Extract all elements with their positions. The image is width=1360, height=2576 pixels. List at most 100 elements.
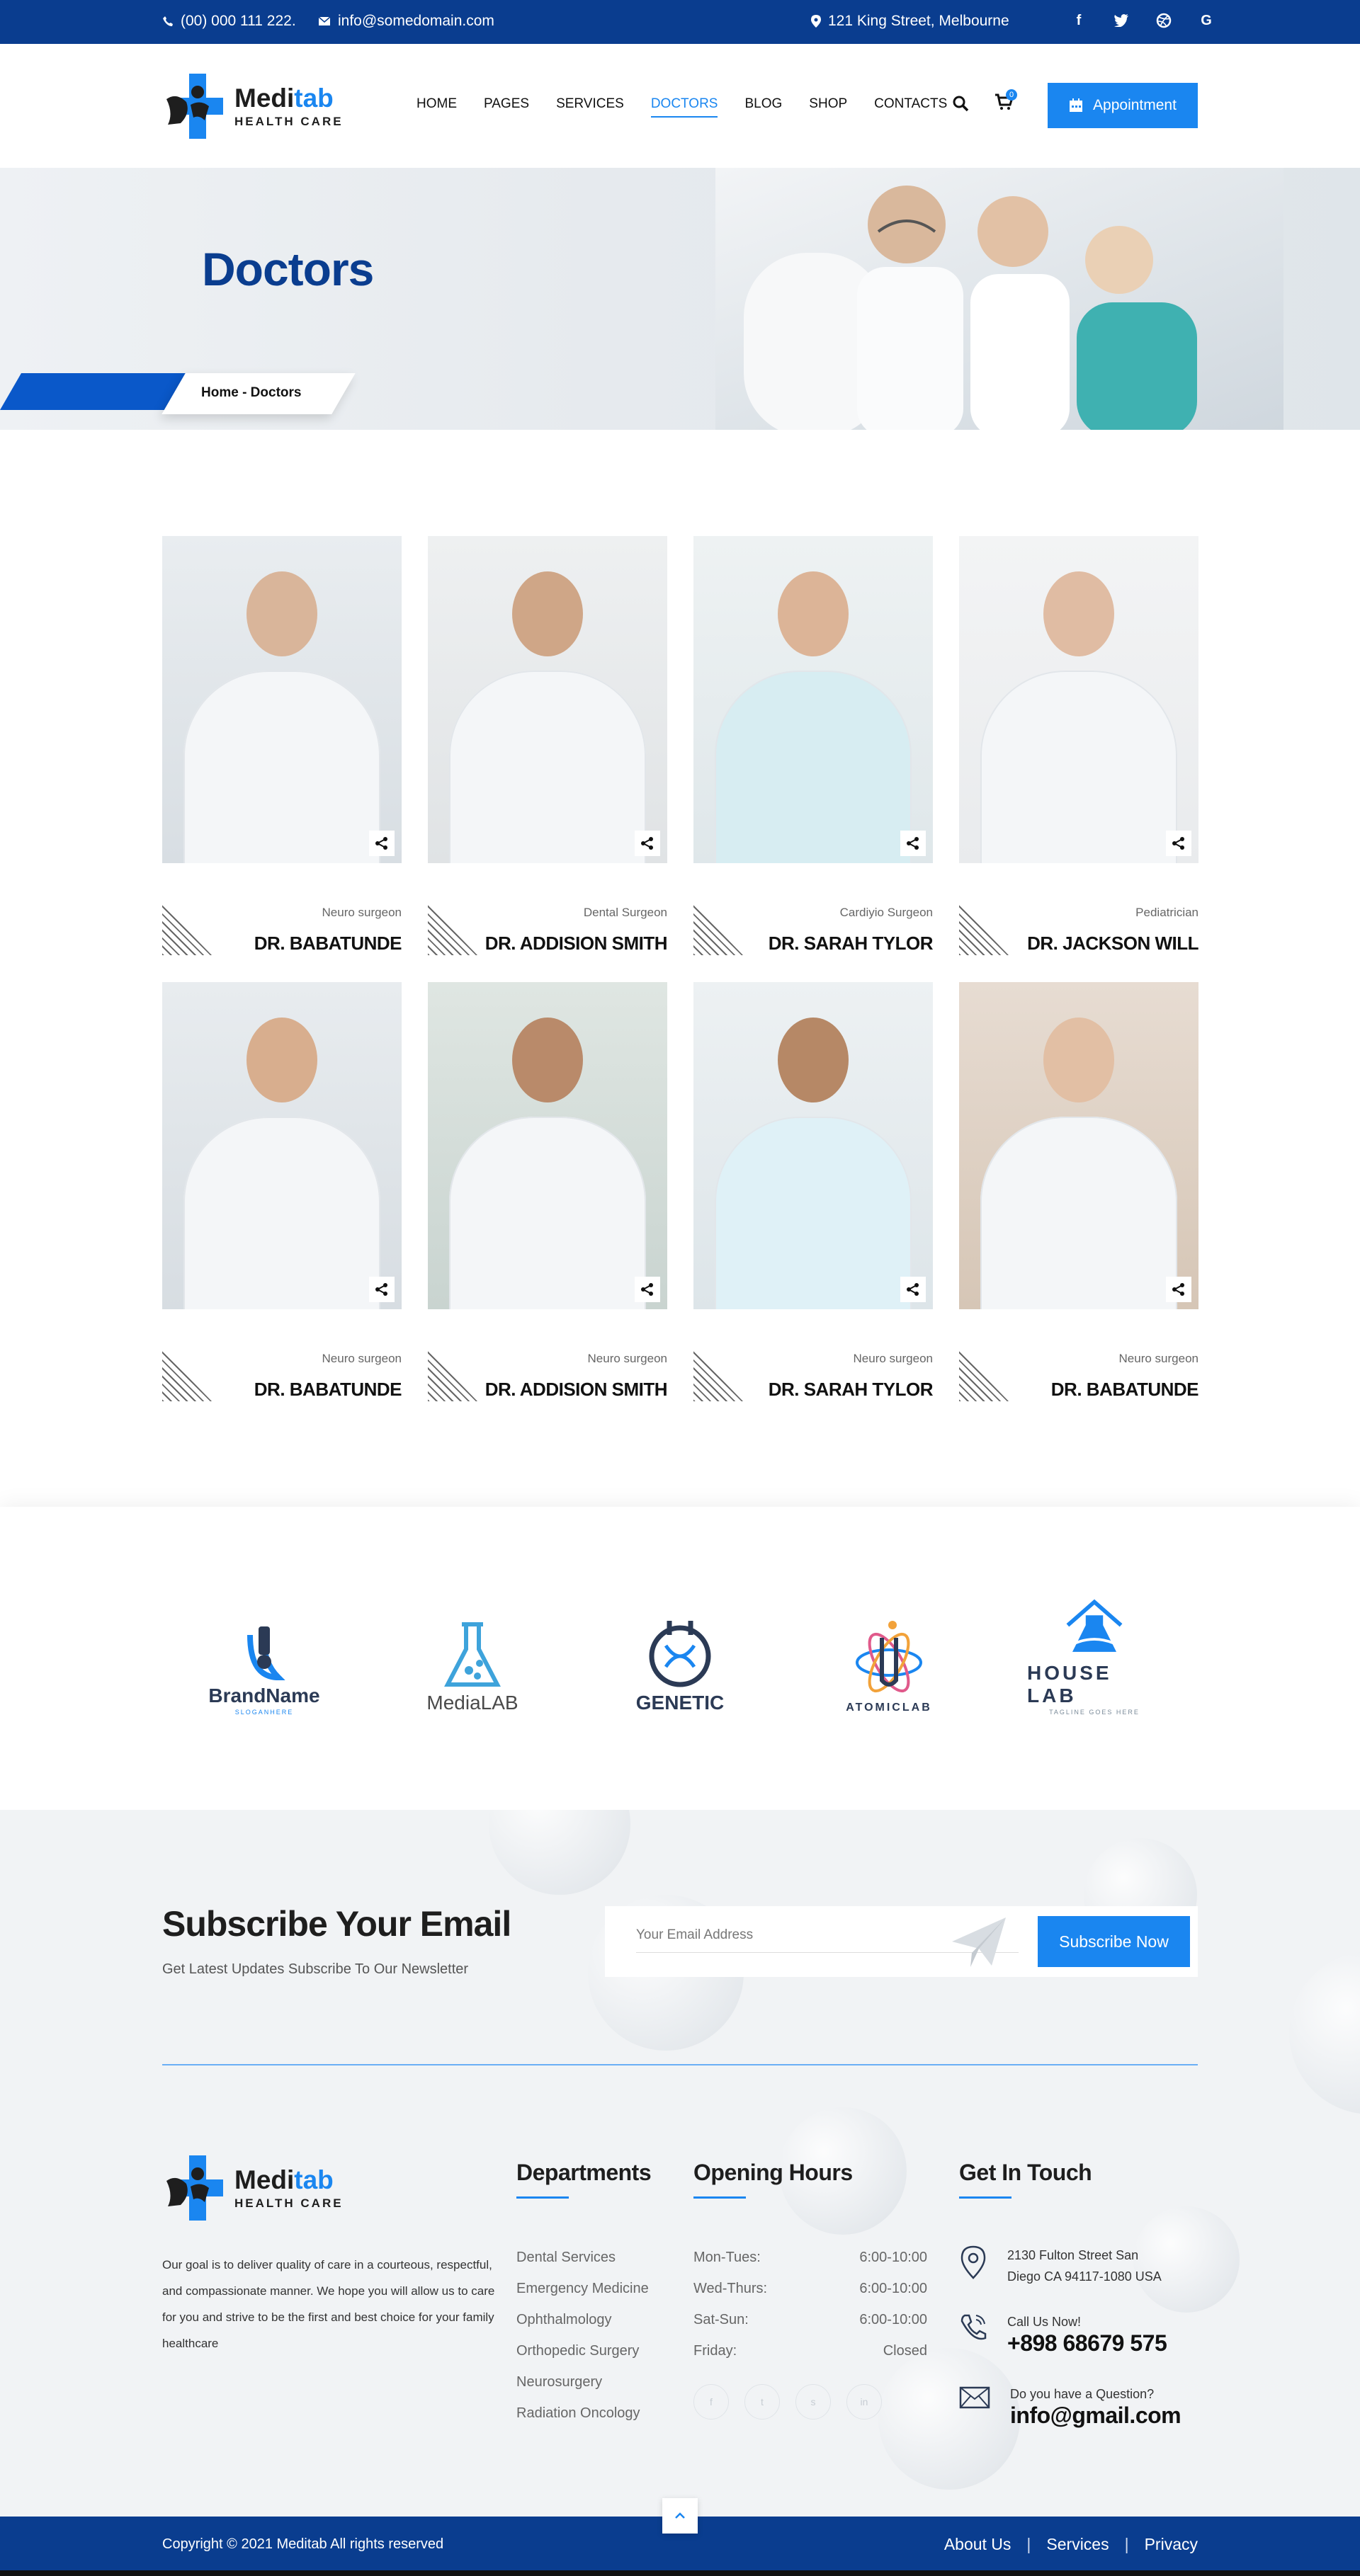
footer-phone-number[interactable]: +898 68679 575 [1007, 2332, 1167, 2354]
doctor-card[interactable]: Neuro surgeon DR. BABATUNDE [162, 982, 402, 1401]
doctor-photo [959, 536, 1198, 863]
department-link[interactable]: Orthopedic Surgery [516, 2335, 649, 2366]
share-icon[interactable] [635, 1277, 660, 1302]
partner-logo-genetic[interactable]: GENETIC [613, 1595, 747, 1716]
card-hatch-decoration [693, 904, 743, 955]
logo-name: Meditab [234, 84, 334, 113]
share-icon[interactable] [1166, 1277, 1191, 1302]
department-link[interactable]: Ophthalmology [516, 2304, 649, 2335]
contact-title: Get In Touch [959, 2160, 1092, 2199]
site-logo[interactable]: Meditab HEALTH CARE [162, 71, 344, 142]
topbar-email[interactable]: info@somedomain.com [318, 13, 494, 30]
partner-logos: BrandName SLOGANHERE MediaLAB GENETIC AT… [0, 1507, 1360, 1810]
nav-doctors[interactable]: DOCTORS [650, 96, 718, 118]
location-pin-icon [960, 2245, 986, 2279]
nav-blog[interactable]: BLOG [744, 96, 782, 118]
share-icon[interactable] [1166, 831, 1191, 856]
copyright-text: Copyright © 2021 Meditab All rights rese… [162, 2536, 444, 2552]
share-icon[interactable] [900, 1277, 926, 1302]
doctor-name[interactable]: DR. BABATUNDE [254, 1379, 402, 1401]
doctor-card[interactable]: Pediatrician DR. JACKSON WILL [959, 536, 1198, 955]
doctor-name[interactable]: DR. ADDISION SMITH [485, 933, 668, 954]
partner-tagline: TAGLINE GOES HERE [1049, 1709, 1140, 1716]
about-us-link[interactable]: About Us [944, 2535, 1012, 2554]
atom-icon [856, 1621, 922, 1692]
subscribe-button[interactable]: Subscribe Now [1038, 1916, 1190, 1967]
doctor-card[interactable]: Neuro surgeon DR. SARAH TYLOR [693, 982, 934, 1401]
twitter-icon[interactable] [1112, 11, 1130, 30]
opening-hours-title: Opening Hours [693, 2160, 853, 2199]
card-hatch-decoration [959, 904, 1009, 955]
hours-row: Friday: Closed [693, 2343, 927, 2359]
doctor-photo [428, 536, 667, 863]
partner-logo-houselab[interactable]: HOUSE LAB TAGLINE GOES HERE [1027, 1595, 1162, 1716]
doctor-name[interactable]: DR. JACKSON WILL [1027, 933, 1198, 954]
department-link[interactable]: Dental Services [516, 2242, 649, 2273]
nav-pages[interactable]: PAGES [484, 96, 529, 118]
linkedin-icon[interactable]: in [846, 2384, 882, 2420]
share-icon[interactable] [369, 831, 395, 856]
department-link[interactable]: Neurosurgery [516, 2366, 649, 2398]
bottom-links: About Us | Services | Privacy [944, 2535, 1198, 2554]
doctor-name[interactable]: DR. ADDISION SMITH [485, 1379, 668, 1401]
nav-contacts[interactable]: CONTACTS [874, 96, 947, 118]
twitter-icon[interactable]: t [744, 2384, 780, 2420]
share-icon[interactable] [635, 831, 660, 856]
partner-logo-medialab[interactable]: MediaLAB [405, 1595, 540, 1716]
dribbble-icon[interactable] [1155, 11, 1173, 30]
doctor-name[interactable]: DR. BABATUNDE [254, 933, 402, 954]
share-icon[interactable] [900, 831, 926, 856]
breadcrumb-text[interactable]: Home - Doctors [201, 385, 301, 401]
phone-icon [163, 16, 173, 26]
doctor-name[interactable]: DR. SARAH TYLOR [769, 933, 934, 954]
facebook-icon[interactable]: f [1070, 11, 1088, 30]
doctor-card[interactable]: Dental Surgeon DR. ADDISION SMITH [428, 536, 668, 955]
footer-logo[interactable]: Meditab HEALTH CARE [162, 2153, 344, 2223]
doctor-card[interactable]: Cardiyio Surgeon DR. SARAH TYLOR [693, 536, 934, 955]
address-line-1: 2130 Fulton Street San [1007, 2248, 1139, 2262]
services-link[interactable]: Services [1046, 2535, 1109, 2554]
department-link[interactable]: Radiation Oncology [516, 2398, 649, 2429]
facebook-icon[interactable]: f [693, 2384, 729, 2420]
partner-name: HOUSE LAB [1027, 1662, 1112, 1706]
paper-plane-icon [952, 1917, 1006, 1967]
department-link[interactable]: Emergency Medicine [516, 2273, 649, 2304]
doctor-card[interactable]: Neuro surgeon DR. ADDISION SMITH [428, 982, 668, 1401]
appointment-label: Appointment [1093, 97, 1177, 113]
footer-email[interactable]: info@gmail.com [1010, 2404, 1182, 2427]
nav-services[interactable]: SERVICES [556, 96, 624, 118]
main-nav: HOME PAGES SERVICES DOCTORS BLOG SHOP CO… [416, 96, 947, 118]
footer-divider [162, 2064, 1198, 2065]
hours-row: Wed-Thurs: 6:00-10:00 [693, 2281, 927, 2296]
departments-title: Departments [516, 2160, 652, 2199]
scroll-to-top-button[interactable] [662, 2498, 698, 2534]
call-label: Call Us Now! [1007, 2315, 1082, 2329]
skype-icon[interactable]: s [795, 2384, 831, 2420]
nav-shop[interactable]: SHOP [809, 96, 847, 118]
topbar-phone[interactable]: (00) 000 111 222. [162, 13, 296, 30]
appointment-button[interactable]: Appointment [1048, 83, 1198, 128]
doctor-name[interactable]: DR. SARAH TYLOR [769, 1379, 934, 1401]
google-icon[interactable]: G [1197, 11, 1216, 30]
topbar-address: 121 King Street, Melbourne [811, 13, 1009, 30]
footer-logo-name: Meditab [234, 2165, 334, 2194]
envelope-icon [318, 16, 331, 25]
partner-name: MediaLAB [426, 1692, 518, 1714]
share-icon[interactable] [369, 1277, 395, 1302]
page-hero: Doctors Home - Doctors [0, 168, 1360, 430]
contact-email: Do you have a Question? info@gmail.com [959, 2383, 1182, 2427]
doctor-card[interactable]: Neuro surgeon DR. BABATUNDE [162, 536, 402, 955]
doctor-photo [959, 982, 1198, 1309]
nav-home[interactable]: HOME [416, 96, 457, 118]
privacy-link[interactable]: Privacy [1145, 2535, 1198, 2554]
calendar-icon [1070, 98, 1083, 112]
doctor-name[interactable]: DR. BABATUNDE [1051, 1379, 1199, 1401]
partner-logo-brandname[interactable]: BrandName SLOGANHERE [197, 1595, 332, 1716]
partner-logo-atomiclab[interactable]: ATOMICLAB [822, 1595, 956, 1716]
partner-tagline: SLOGANHERE [234, 1709, 294, 1716]
doctor-card[interactable]: Neuro surgeon DR. BABATUNDE [959, 982, 1199, 1401]
search-icon[interactable] [952, 95, 969, 112]
link-separator: | [1124, 2535, 1129, 2553]
microscope-icon [247, 1626, 285, 1681]
location-pin-icon [811, 15, 821, 28]
